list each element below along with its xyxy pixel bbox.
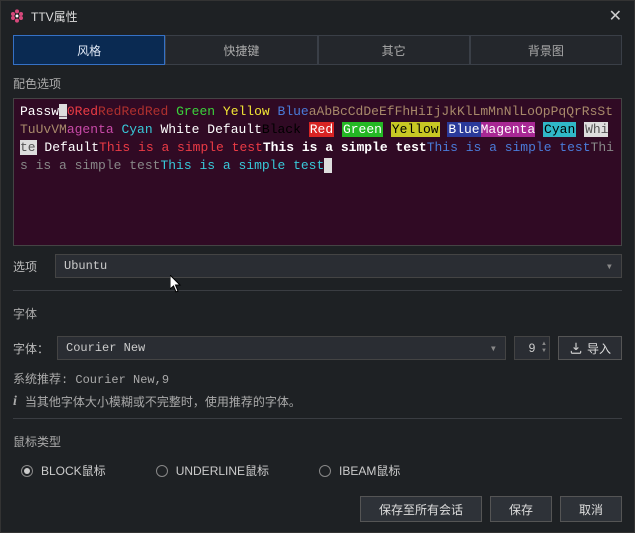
- tab-style[interactable]: 风格: [13, 35, 165, 65]
- cursor-ibeam-radio[interactable]: IBEAM鼠标: [319, 462, 400, 479]
- font-family-select[interactable]: Courier New: [57, 336, 506, 360]
- scheme-select[interactable]: Ubuntu: [55, 254, 622, 278]
- cancel-button[interactable]: 取消: [560, 496, 622, 522]
- font-size-spinner[interactable]: 9▲▼: [514, 336, 550, 360]
- font-import-button[interactable]: 导入: [558, 336, 622, 360]
- tab-shortcut[interactable]: 快捷键: [165, 35, 317, 65]
- text-cursor: [324, 158, 332, 173]
- cursor-section-label: 鼠标类型: [1, 423, 634, 456]
- info-icon: i: [13, 394, 17, 410]
- import-icon: [569, 341, 583, 355]
- window-title: TTV属性: [31, 8, 78, 25]
- tab-other[interactable]: 其它: [318, 35, 470, 65]
- font-label: 字体：: [13, 340, 49, 357]
- color-section-label: 配色选项: [1, 65, 634, 98]
- titlebar: TTV属性 ✕: [1, 1, 634, 31]
- save-all-button[interactable]: 保存至所有会话: [360, 496, 482, 522]
- font-section-label: 字体: [1, 295, 634, 328]
- cursor-block-radio[interactable]: BLOCK鼠标: [21, 462, 106, 479]
- app-icon: [9, 8, 25, 24]
- save-button[interactable]: 保存: [490, 496, 552, 522]
- tab-bar: 风格 快捷键 其它 背景图: [13, 35, 622, 65]
- color-preview: Passw_0RedRedRedRed Green Yellow BlueaAb…: [13, 98, 622, 246]
- font-recommend: 系统推荐: Courier New,9: [1, 368, 634, 389]
- cursor-underline-radio[interactable]: UNDERLINE鼠标: [156, 462, 269, 479]
- footer: 保存至所有会话 保存 取消: [1, 486, 634, 532]
- scheme-option-label: 选项: [13, 258, 47, 275]
- font-hint: 当其他字体大小模糊或不完整时，使用推荐的字体。: [25, 393, 301, 410]
- tab-background[interactable]: 背景图: [470, 35, 622, 65]
- close-button[interactable]: ✕: [605, 6, 626, 26]
